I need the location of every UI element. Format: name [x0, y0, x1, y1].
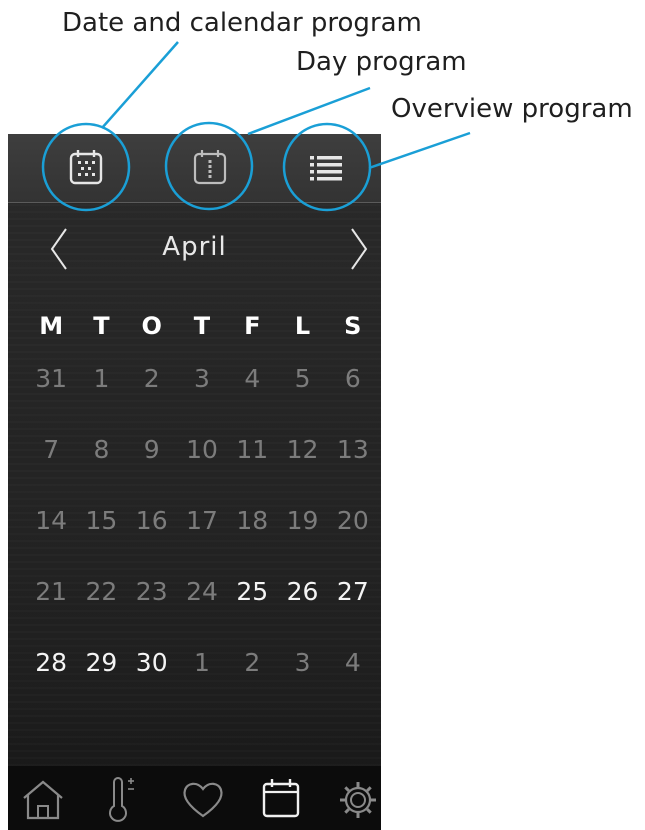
- calendar-day[interactable]: 8: [76, 435, 126, 506]
- callout-line-day: [247, 86, 371, 136]
- day-calendar-icon[interactable]: [190, 147, 230, 187]
- thermostat-screen: April M T O T F L S 31 1 2 3 4 5 6 7 8 9…: [8, 134, 381, 830]
- calendar-day[interactable]: 4: [328, 648, 378, 719]
- calendar-day-current[interactable]: 28: [26, 648, 76, 719]
- calendar-day[interactable]: 3: [277, 648, 327, 719]
- calendar-day[interactable]: 11: [227, 435, 277, 506]
- gear-icon[interactable]: [333, 774, 381, 824]
- calendar-day-current[interactable]: 26: [277, 577, 327, 648]
- calendar-icon[interactable]: [256, 774, 306, 824]
- callout-line-overview: [368, 131, 471, 170]
- weekday-label: O: [141, 312, 162, 340]
- calendar-day[interactable]: 22: [76, 577, 126, 648]
- calendar-grid: 31 1 2 3 4 5 6 7 8 9 10 11 12 13 14 15 1…: [26, 364, 378, 719]
- weekday-label: T: [193, 312, 211, 340]
- calendar-day[interactable]: 5: [277, 364, 327, 435]
- callout-overview-program: Overview program: [391, 94, 633, 124]
- calendar-day[interactable]: 15: [76, 506, 126, 577]
- month-selector: April: [8, 222, 381, 278]
- calendar-dots-icon[interactable]: [66, 147, 106, 187]
- calendar-day[interactable]: 12: [277, 435, 327, 506]
- calendar-day[interactable]: 23: [127, 577, 177, 648]
- calendar-day[interactable]: 9: [127, 435, 177, 506]
- home-icon[interactable]: [18, 774, 68, 824]
- chevron-right-icon[interactable]: [346, 226, 372, 272]
- calendar-day[interactable]: 16: [127, 506, 177, 577]
- calendar-week: 14 15 16 17 18 19 20: [26, 506, 378, 577]
- calendar-week: 28 29 30 1 2 3 4: [26, 648, 378, 719]
- calendar-day[interactable]: 7: [26, 435, 76, 506]
- bottom-navigation: [8, 766, 381, 830]
- calendar-day[interactable]: 14: [26, 506, 76, 577]
- calendar-day[interactable]: 17: [177, 506, 227, 577]
- calendar-day[interactable]: 4: [227, 364, 277, 435]
- list-icon[interactable]: [306, 147, 346, 187]
- weekday-header: M T O T F L S: [26, 312, 378, 340]
- weekday-label: T: [93, 312, 110, 340]
- calendar-day[interactable]: 1: [177, 648, 227, 719]
- calendar-day[interactable]: 19: [277, 506, 327, 577]
- calendar-day[interactable]: 3: [177, 364, 227, 435]
- calendar-day-current[interactable]: 30: [127, 648, 177, 719]
- calendar-day[interactable]: 13: [328, 435, 378, 506]
- calendar-day[interactable]: 1: [76, 364, 126, 435]
- program-toolbar: [8, 134, 381, 203]
- calendar-day[interactable]: 6: [328, 364, 378, 435]
- calendar-day[interactable]: 2: [227, 648, 277, 719]
- calendar-day-current[interactable]: 25: [227, 577, 277, 648]
- callout-line-date: [101, 41, 179, 129]
- calendar-day[interactable]: 18: [227, 506, 277, 577]
- calendar-day[interactable]: 21: [26, 577, 76, 648]
- calendar-day[interactable]: 31: [26, 364, 76, 435]
- callout-day-program: Day program: [296, 47, 467, 77]
- calendar-day[interactable]: 2: [127, 364, 177, 435]
- month-label: April: [162, 232, 227, 262]
- calendar-day[interactable]: 20: [328, 506, 378, 577]
- calendar-day[interactable]: 24: [177, 577, 227, 648]
- weekday-label: F: [244, 312, 261, 340]
- weekday-label: L: [294, 312, 311, 340]
- heart-icon[interactable]: [178, 774, 228, 824]
- weekday-label: S: [344, 312, 362, 340]
- calendar-day[interactable]: 10: [177, 435, 227, 506]
- calendar-week: 21 22 23 24 25 26 27: [26, 577, 378, 648]
- callout-date-calendar-program: Date and calendar program: [62, 8, 422, 38]
- calendar-day-current[interactable]: 29: [76, 648, 126, 719]
- calendar-week: 7 8 9 10 11 12 13: [26, 435, 378, 506]
- thermometer-icon[interactable]: [98, 774, 148, 824]
- weekday-label: M: [39, 312, 64, 340]
- calendar-day-current[interactable]: 27: [328, 577, 378, 648]
- calendar-week: 31 1 2 3 4 5 6: [26, 364, 378, 435]
